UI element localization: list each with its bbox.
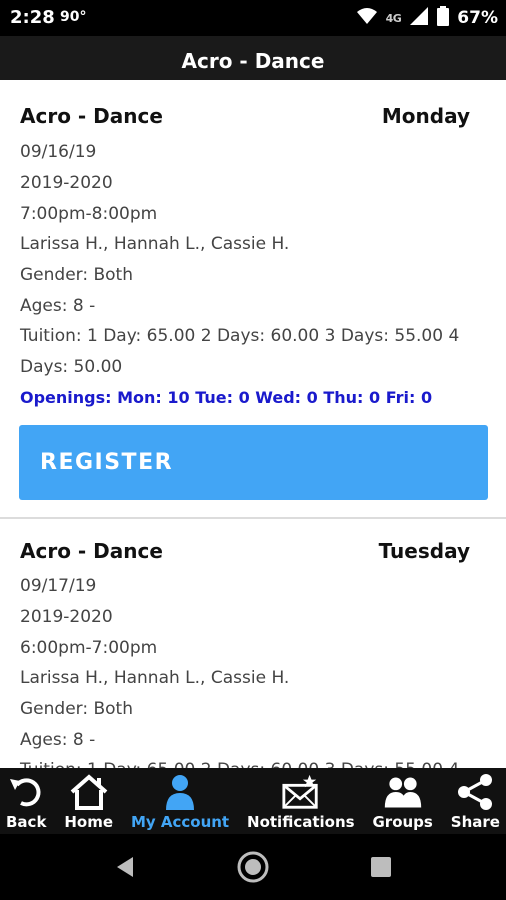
class-time: 6:00pm-7:00pm	[20, 638, 158, 658]
battery-icon	[437, 6, 450, 30]
class-date: 09/16/19	[20, 142, 97, 162]
class-instructors: Larissa H., Hannah L., Cassie H.	[20, 668, 290, 688]
class-gender: Gender: Both	[20, 699, 133, 719]
person-icon	[160, 772, 200, 812]
class-openings: Openings: Mon: 10 Tue: 0 Wed: 0 Thu: 0 F…	[20, 388, 433, 407]
battery-percent: 67%	[457, 8, 498, 28]
card-body: Acro - Dance Tuesday 09/17/19 2019-2020 …	[4, 519, 502, 768]
tab-label: My Account	[130, 813, 230, 831]
tab-label: Groups	[372, 813, 433, 831]
class-tuition: Tuition: 1 Day: 65.00 2 Days: 60.00 3 Da…	[20, 760, 459, 768]
register-button[interactable]: REGISTER	[19, 425, 488, 500]
class-name: Acro - Dance	[20, 104, 163, 128]
class-day: Tuesday	[378, 539, 470, 563]
class-ages: Ages: 8 -	[20, 296, 96, 316]
tab-home[interactable]: Home	[64, 768, 113, 834]
status-bar: 2:28 90° 4G 67%	[0, 0, 506, 36]
tab-label: Back	[6, 813, 47, 831]
class-gender: Gender: Both	[20, 265, 133, 285]
tab-label: Notifications	[247, 813, 355, 831]
tab-groups[interactable]: Groups	[372, 768, 433, 834]
class-day: Monday	[381, 104, 470, 128]
class-list[interactable]: Acro - Dance Monday 09/16/19 2019-2020 7…	[0, 80, 506, 768]
share-icon	[455, 772, 495, 812]
class-tuition-cont: Days: 50.00	[20, 357, 123, 377]
nav-back-icon[interactable]	[108, 850, 142, 884]
nav-home-icon[interactable]	[236, 850, 270, 884]
network-type: 4G	[385, 11, 402, 25]
tab-my-account[interactable]: My Account	[131, 768, 229, 834]
page-title: Acro - Dance	[0, 36, 506, 80]
temperature: 90°	[60, 9, 87, 25]
tab-back[interactable]: Back	[6, 768, 46, 834]
back-arrow-icon	[6, 772, 46, 812]
clock: 2:28	[10, 7, 55, 28]
envelope-star-icon	[281, 772, 321, 812]
class-tuition: Tuition: 1 Day: 65.00 2 Days: 60.00 3 Da…	[20, 326, 460, 346]
wifi-icon	[356, 7, 378, 29]
card-body: Acro - Dance Monday 09/16/19 2019-2020 7…	[4, 80, 502, 517]
tab-label: Home	[64, 813, 114, 831]
class-date: 09/17/19	[20, 576, 97, 596]
class-card: Acro - Dance Tuesday 09/17/19 2019-2020 …	[0, 519, 506, 768]
tab-share[interactable]: Share	[451, 768, 500, 834]
tab-label: Share	[450, 813, 500, 831]
class-name: Acro - Dance	[20, 539, 163, 563]
class-card: Acro - Dance Monday 09/16/19 2019-2020 7…	[0, 80, 506, 519]
signal-icon	[409, 6, 429, 30]
status-icons: 4G 67%	[356, 6, 498, 30]
class-time: 7:00pm-8:00pm	[20, 204, 158, 224]
bottom-tab-bar: Back Home My Account Notifications Group…	[0, 768, 506, 834]
class-season: 2019-2020	[20, 607, 113, 627]
class-season: 2019-2020	[20, 173, 113, 193]
group-icon	[383, 772, 423, 812]
class-ages: Ages: 8 -	[20, 730, 96, 750]
home-icon	[69, 772, 109, 812]
tab-notifications[interactable]: Notifications	[247, 768, 355, 834]
class-instructors: Larissa H., Hannah L., Cassie H.	[20, 234, 290, 254]
nav-recents-icon[interactable]	[364, 850, 398, 884]
system-nav-bar	[0, 834, 506, 900]
